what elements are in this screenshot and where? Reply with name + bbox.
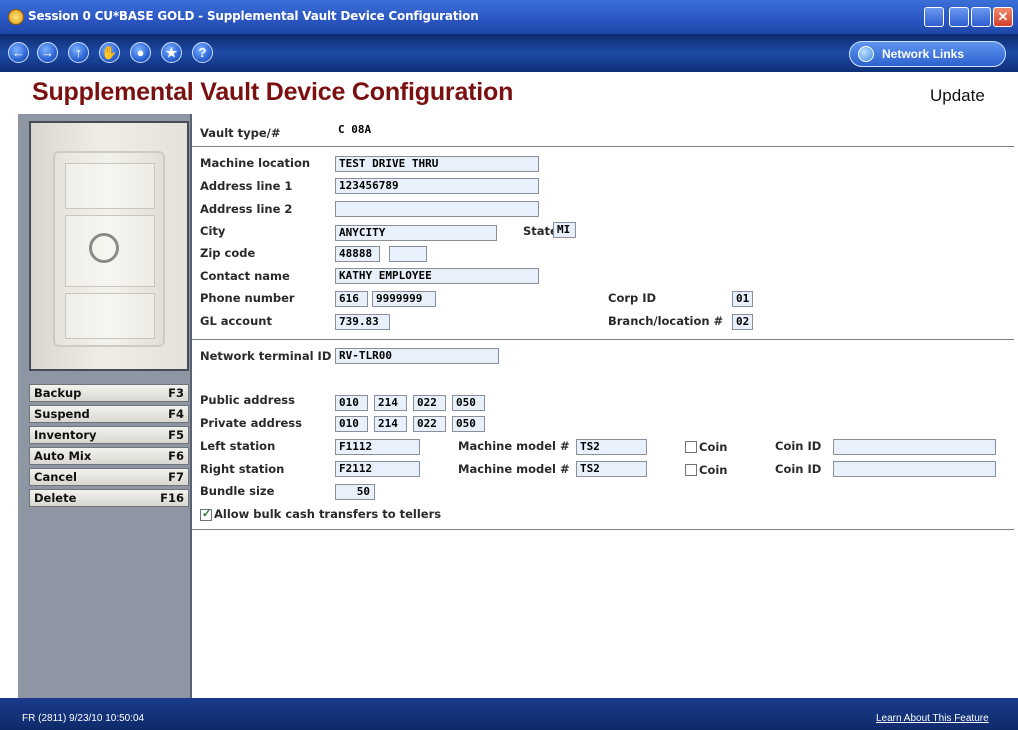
page-title: Supplemental Vault Device Configuration [32, 78, 514, 106]
network-links-label: Network Links [882, 47, 965, 61]
right-coin-checkbox[interactable] [685, 464, 697, 476]
phone-number-label: Phone number [200, 291, 295, 305]
delete-button[interactable]: Delete F16 [29, 489, 189, 507]
city-label: City [200, 224, 226, 238]
window-titlebar: Session 0 CU*BASE GOLD - Supplemental Va… [0, 0, 1018, 34]
vault-type-value: C 08A [338, 123, 372, 136]
branch-location-field[interactable]: 02 [732, 314, 753, 330]
left-machine-model-label: Machine model # [458, 439, 570, 453]
state-field[interactable]: MI [553, 222, 576, 238]
bulk-transfer-checkbox[interactable] [200, 507, 212, 521]
gl-account-field[interactable]: 739.83 [335, 314, 390, 330]
function-key-list: Backup F3 Suspend F4 Inventory F5 Auto Mix F… [29, 384, 189, 510]
minimize-button[interactable] [949, 7, 969, 27]
vault-door-image [29, 121, 189, 371]
public-address-octet-4[interactable]: 050 [452, 395, 485, 411]
private-address-octet-3[interactable]: 022 [413, 416, 446, 432]
status-bar: FR (2811) 9/23/10 10:50:04 Learn About T… [0, 698, 1018, 730]
vault-door-icon [53, 151, 165, 347]
zip-code-field[interactable]: 48888 [335, 246, 380, 262]
right-coin-id-label: Coin ID [775, 462, 822, 476]
right-coin-id-field[interactable] [833, 461, 996, 477]
divider [192, 339, 1014, 340]
help-icon[interactable]: ? [192, 42, 213, 63]
public-address-octet-2[interactable]: 214 [374, 395, 407, 411]
auto-mix-button[interactable]: Auto Mix F6 [29, 447, 189, 465]
right-coin-label: Coin [699, 463, 728, 477]
bulk-transfer-label: Allow bulk cash transfers to tellers [214, 507, 442, 521]
stop-hand-icon[interactable]: ✋ [99, 42, 120, 63]
home-icon[interactable]: ● [130, 42, 151, 63]
corp-id-label: Corp ID [608, 291, 657, 305]
network-links-button[interactable]: Network Links [849, 41, 1006, 67]
maximize-button[interactable] [971, 7, 991, 27]
city-field[interactable]: ANYCITY [335, 225, 497, 241]
public-address-octet-3[interactable]: 022 [413, 395, 446, 411]
private-address-octet-2[interactable]: 214 [374, 416, 407, 432]
left-machine-model-field[interactable]: TS2 [576, 439, 647, 455]
left-station-field[interactable]: F1112 [335, 439, 420, 455]
backup-button[interactable]: Backup F3 [29, 384, 189, 402]
right-station-label: Right station [200, 462, 285, 476]
address-line-2-field[interactable] [335, 201, 539, 217]
bundle-size-label: Bundle size [200, 484, 275, 498]
left-coin-id-field[interactable] [833, 439, 996, 455]
machine-location-label: Machine location [200, 156, 311, 170]
right-machine-model-field[interactable]: TS2 [576, 461, 647, 477]
private-address-octet-1[interactable]: 010 [335, 416, 368, 432]
left-panel: Backup F3 Suspend F4 Inventory F5 Auto Mix F… [18, 114, 192, 698]
machine-location-field[interactable]: TEST DRIVE THRU [335, 156, 539, 172]
address-line-1-label: Address line 1 [200, 179, 293, 193]
private-address-label: Private address [200, 416, 302, 430]
zip-code-label: Zip code [200, 246, 256, 260]
gl-account-label: GL account [200, 314, 272, 328]
address-line-1-field[interactable]: 123456789 [335, 178, 539, 194]
suspend-button[interactable]: Suspend F4 [29, 405, 189, 423]
back-icon[interactable]: ← [8, 42, 29, 63]
public-address-label: Public address [200, 393, 295, 407]
bundle-size-field[interactable]: 50 [335, 484, 375, 500]
private-address-octet-4[interactable]: 050 [452, 416, 485, 432]
mode-label: Update [930, 86, 985, 105]
favorites-star-icon[interactable]: ★ [161, 42, 182, 63]
contact-name-label: Contact name [200, 269, 290, 283]
forward-icon[interactable]: → [37, 42, 58, 63]
phone-number-field[interactable]: 9999999 [372, 291, 436, 307]
corp-id-field[interactable]: 01 [732, 291, 753, 307]
learn-about-feature-link[interactable]: Learn About This Feature [876, 713, 989, 724]
left-coin-checkbox[interactable] [685, 441, 697, 453]
page-header: Supplemental Vault Device Configuration … [0, 72, 1018, 114]
right-machine-model-label: Machine model # [458, 462, 570, 476]
branch-location-label: Branch/location # [608, 314, 724, 328]
left-coin-label: Coin [699, 440, 728, 454]
network-terminal-label: Network terminal ID [200, 349, 332, 363]
phone-area-code-field[interactable]: 616 [335, 291, 368, 307]
network-terminal-field[interactable]: RV-TLR00 [335, 348, 499, 364]
close-button[interactable]: ✕ [993, 7, 1013, 27]
divider [192, 146, 1014, 147]
globe-icon [858, 46, 874, 62]
vault-wheel-icon [89, 233, 119, 263]
divider [192, 529, 1014, 530]
restore-icon[interactable] [924, 7, 944, 27]
navigation-toolbar: ← → ↑ ✋ ● ★ ? Network Links [0, 34, 1018, 72]
cancel-button[interactable]: Cancel F7 [29, 468, 189, 486]
right-station-field[interactable]: F2112 [335, 461, 420, 477]
up-icon[interactable]: ↑ [68, 42, 89, 63]
public-address-octet-1[interactable]: 010 [335, 395, 368, 411]
zip-extension-field[interactable] [389, 246, 427, 262]
window-title: Session 0 CU*BASE GOLD - Supplemental Va… [28, 9, 479, 23]
left-coin-id-label: Coin ID [775, 439, 822, 453]
session-info: FR (2811) 9/23/10 10:50:04 [22, 713, 145, 724]
app-icon [8, 9, 24, 25]
configuration-form: Vault type/# C 08A Machine location TEST… [192, 114, 1018, 698]
inventory-button[interactable]: Inventory F5 [29, 426, 189, 444]
vault-type-label: Vault type/# [200, 126, 281, 140]
address-line-2-label: Address line 2 [200, 202, 293, 216]
contact-name-field[interactable]: KATHY EMPLOYEE [335, 268, 539, 284]
left-station-label: Left station [200, 439, 276, 453]
